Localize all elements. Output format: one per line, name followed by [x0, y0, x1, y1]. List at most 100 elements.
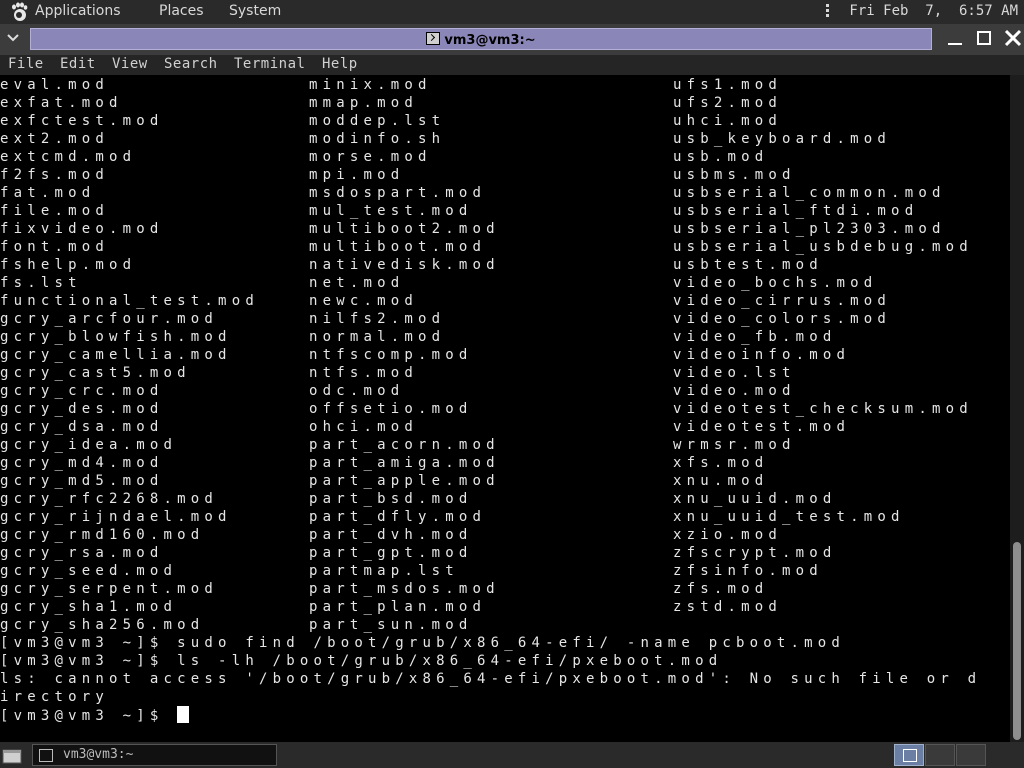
- file-entry: moddep.lst: [309, 113, 446, 129]
- file-entry: part_acorn.mod: [309, 437, 500, 453]
- file-entry: xfs.mod: [673, 455, 769, 471]
- file-entry: msdospart.mod: [309, 185, 487, 201]
- file-entry: fixvideo.mod: [0, 221, 164, 237]
- file-entry: ntfscomp.mod: [309, 347, 473, 363]
- file-entry: usbtest.mod: [673, 257, 823, 273]
- file-entry: ufs1.mod: [673, 77, 783, 93]
- file-entry: normal.mod: [309, 329, 446, 345]
- file-entry: offsetio.mod: [309, 401, 473, 417]
- file-entry: part_dfly.mod: [309, 509, 487, 525]
- file-entry: file.mod: [0, 203, 110, 219]
- file-entry: morse.mod: [309, 149, 432, 165]
- show-desktop-icon[interactable]: [2, 745, 22, 765]
- scrollbar-thumb[interactable]: [1013, 542, 1021, 740]
- file-entry: gcry_serpent.mod: [0, 581, 219, 597]
- menu-view[interactable]: View: [112, 56, 148, 72]
- file-entry: gcry_sha1.mod: [0, 599, 178, 615]
- file-entry: gcry_md4.mod: [0, 455, 164, 471]
- file-entry: video_bochs.mod: [673, 275, 878, 291]
- file-entry: gcry_idea.mod: [0, 437, 178, 453]
- menu-help[interactable]: Help: [322, 56, 358, 72]
- command-line: [vm3@vm3 ~]$ ls -lh /boot/grub/x86_64-ef…: [0, 653, 723, 669]
- error-line: irectory: [0, 689, 110, 705]
- file-entry: font.mod: [0, 239, 110, 255]
- file-entry: gcry_rmd160.mod: [0, 527, 205, 543]
- file-entry: part_dvh.mod: [309, 527, 473, 543]
- file-entry: xnu_uuid.mod: [673, 491, 837, 507]
- file-entry: gcry_rfc2268.mod: [0, 491, 219, 507]
- listing-column-2: minix.mod mmap.mod moddep.lst modinfo.sh mor…: [309, 76, 500, 634]
- file-entry: gcry_seed.mod: [0, 563, 178, 579]
- file-entry: usbms.mod: [673, 167, 796, 183]
- minimize-icon: [948, 43, 962, 45]
- file-entry: modinfo.sh: [309, 131, 446, 147]
- file-entry: fs.lst: [0, 275, 82, 291]
- file-entry: odc.mod: [309, 383, 405, 399]
- text-cursor: [177, 706, 190, 723]
- menu-search[interactable]: Search: [164, 56, 218, 72]
- prompt: [vm3@vm3 ~]$: [0, 708, 178, 724]
- workspace-3[interactable]: [956, 744, 986, 766]
- file-entry: videotest_checksum.mod: [673, 401, 973, 417]
- file-entry: usb.mod: [673, 149, 769, 165]
- clock[interactable]: Fri Feb 7, 6:57 AM: [849, 3, 1018, 19]
- file-entry: fshelp.mod: [0, 257, 137, 273]
- file-entry: video_fb.mod: [673, 329, 837, 345]
- workspace-2[interactable]: [925, 744, 955, 766]
- terminal-menubar: File Edit View Search Terminal Help: [0, 55, 1024, 75]
- file-entry: part_bsd.mod: [309, 491, 473, 507]
- listing-column-1: eval.mod exfat.mod exfctest.mod ext2.mod ext…: [0, 76, 259, 634]
- file-entry: part_msdos.mod: [309, 581, 500, 597]
- file-entry: gcry_camellia.mod: [0, 347, 232, 363]
- file-entry: ufs2.mod: [673, 95, 783, 111]
- menu-file[interactable]: File: [8, 56, 44, 72]
- file-entry: gcry_arcfour.mod: [0, 311, 219, 327]
- file-entry: zfs.mod: [673, 581, 769, 597]
- file-entry: mpi.mod: [309, 167, 405, 183]
- gnome-foot-icon[interactable]: [9, 2, 29, 22]
- file-entry: video.lst: [673, 365, 796, 381]
- panel-drag-handle[interactable]: [826, 4, 830, 20]
- workspace-1[interactable]: [894, 744, 924, 766]
- window-titlebar[interactable]: vm3@vm3:~: [0, 24, 1024, 55]
- file-entry: videotest.mod: [673, 419, 851, 435]
- window-title-area[interactable]: vm3@vm3:~: [30, 28, 932, 50]
- file-entry: gcry_rijndael.mod: [0, 509, 232, 525]
- file-entry: mmap.mod: [309, 95, 419, 111]
- file-entry: xnu_uuid_test.mod: [673, 509, 905, 525]
- menu-places[interactable]: Places: [159, 3, 204, 19]
- file-entry: zstd.mod: [673, 599, 783, 615]
- file-entry: video_colors.mod: [673, 311, 892, 327]
- chevron-down-icon[interactable]: [4, 30, 22, 48]
- file-entry: nativedisk.mod: [309, 257, 500, 273]
- error-line: ls: cannot access '/boot/grub/x86_64-efi…: [0, 671, 982, 687]
- taskbar-window-button[interactable]: vm3@vm3:~: [32, 744, 277, 766]
- file-entry: exfctest.mod: [0, 113, 164, 129]
- close-button[interactable]: [1002, 27, 1024, 49]
- file-entry: exfat.mod: [0, 95, 123, 111]
- file-entry: multiboot.mod: [309, 239, 487, 255]
- terminal-output[interactable]: eval.mod exfat.mod exfctest.mod ext2.mod ext…: [0, 75, 1010, 742]
- terminal-icon: [39, 749, 53, 762]
- file-entry: fat.mod: [0, 185, 96, 201]
- file-entry: gcry_cast5.mod: [0, 365, 191, 381]
- terminal-icon: [903, 749, 917, 762]
- maximize-button[interactable]: [974, 27, 996, 49]
- menu-system[interactable]: System: [229, 3, 281, 19]
- listing-column-3: ufs1.mod ufs2.mod uhci.mod usb_keyboard.mod…: [673, 76, 973, 616]
- maximize-icon: [977, 31, 991, 45]
- file-entry: part_apple.mod: [309, 473, 500, 489]
- menu-applications[interactable]: Applications: [35, 3, 121, 19]
- terminal-scrollbar[interactable]: [1010, 75, 1024, 742]
- file-entry: xzio.mod: [673, 527, 783, 543]
- file-entry: gcry_dsa.mod: [0, 419, 164, 435]
- file-entry: gcry_rsa.mod: [0, 545, 164, 561]
- file-entry: usb_keyboard.mod: [673, 131, 892, 147]
- menu-edit[interactable]: Edit: [60, 56, 96, 72]
- menu-terminal[interactable]: Terminal: [234, 56, 305, 72]
- file-entry: gcry_des.mod: [0, 401, 164, 417]
- prompt-line[interactable]: [vm3@vm3 ~]$: [0, 706, 981, 724]
- file-entry: gcry_crc.mod: [0, 383, 164, 399]
- file-entry: videoinfo.mod: [673, 347, 851, 363]
- minimize-button[interactable]: [944, 27, 966, 49]
